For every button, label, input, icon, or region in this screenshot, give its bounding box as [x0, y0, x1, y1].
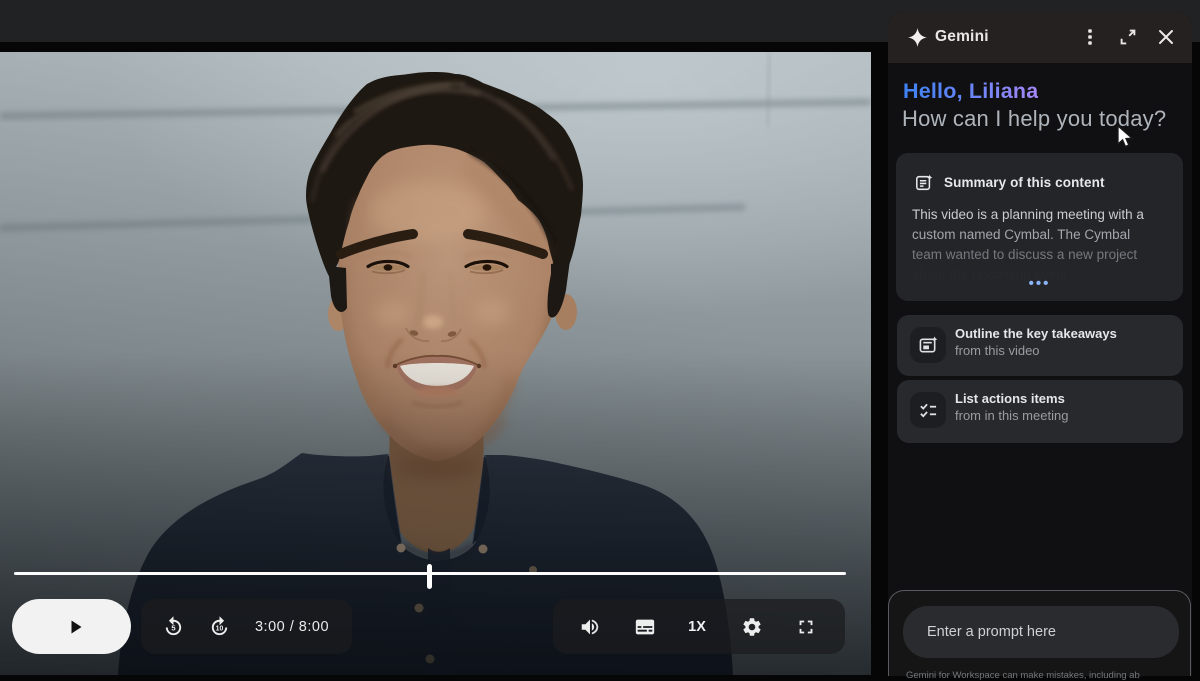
svg-text:10: 10 — [215, 625, 223, 632]
svg-text:5: 5 — [171, 623, 176, 632]
